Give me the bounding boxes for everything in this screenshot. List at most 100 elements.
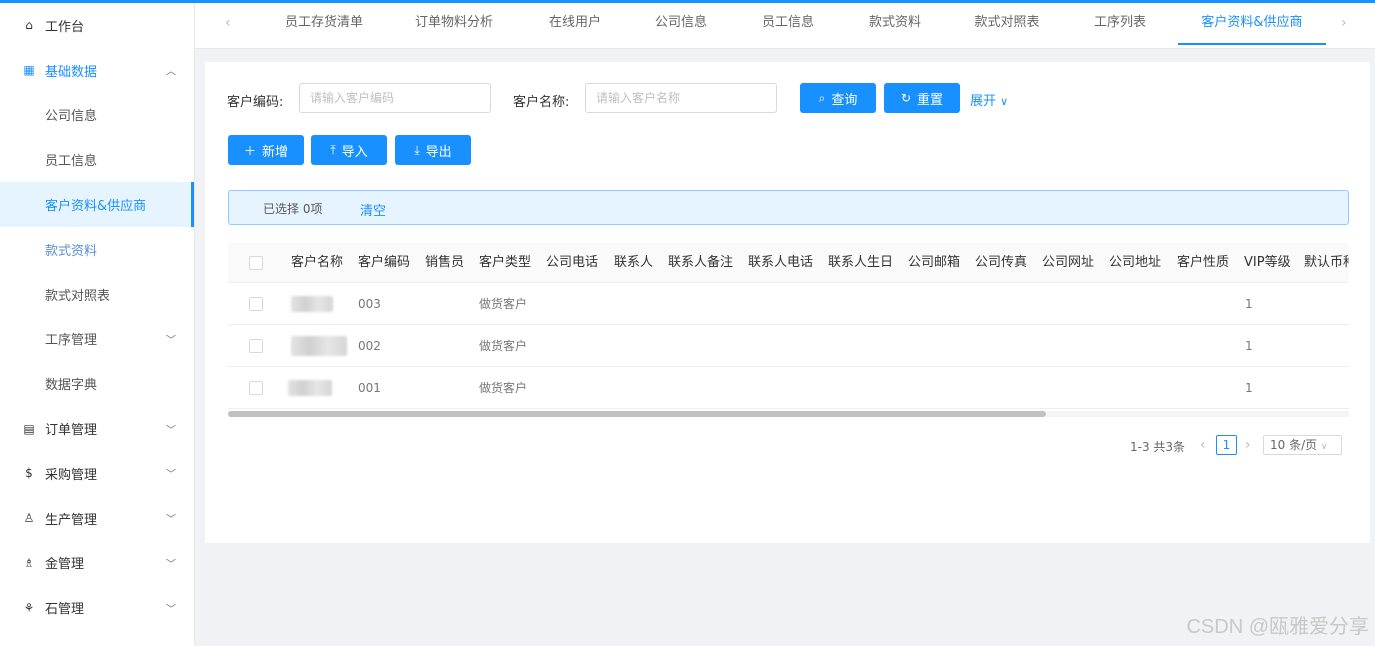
row-checkbox[interactable] [249,339,263,353]
export-button[interactable]: ⤓ 导出 [395,135,471,165]
import-button[interactable]: ⤒ 导入 [311,135,387,165]
column-header[interactable]: 联系人生日 [828,243,893,283]
refresh-icon: ↻ [900,91,912,105]
tab-employee-info[interactable]: 员工信息 [748,3,828,45]
vip-level-cell: 1 [1245,381,1253,395]
column-header[interactable]: 客户类型 [479,243,531,283]
column-header[interactable]: 公司传真 [975,243,1027,283]
sidebar-item-process-mgmt[interactable]: 工序管理 ﹀ [0,317,194,362]
redacted-customer-name [288,380,332,396]
column-header[interactable]: 公司地址 [1109,243,1161,283]
main-card: 客户编码: 客户名称: ⌕ 查询 ↻ 重置 展开 ∨ ＋ 新增 ⤒ 导入 ⤓ 导… [205,62,1370,543]
sidebar-item-label: 生产管理 [45,512,98,528]
tab-company-info[interactable]: 公司信息 [641,3,721,45]
chevron-down-icon: ﹀ [166,469,176,481]
sidebar-item-company-info[interactable]: 公司信息 [0,93,194,138]
sidebar-item-customer-supplier[interactable]: 客户资料&供应商 [0,182,194,227]
column-header[interactable]: 联系人备注 [668,243,733,283]
customer-type-cell: 做货客户 [479,339,528,353]
download-icon: ⤓ [414,142,420,157]
selection-suffix: 项 [310,202,323,216]
order-icon: ▤ [23,421,35,436]
sidebar-item-production-mgmt[interactable]: ♙ 生产管理 ﹀ [0,496,194,541]
column-header[interactable]: 客户编码 [358,243,410,283]
plus-icon: ＋ [243,143,256,158]
chevron-up-icon: ︿ [166,66,176,78]
sidebar-item-style-mapping[interactable]: 款式对照表 [0,272,194,317]
tab-order-material[interactable]: 订单物料分析 [402,3,506,45]
sidebar-item-data-dictionary[interactable]: 数据字典 [0,361,194,406]
customer-code-input[interactable] [299,83,491,113]
page-number-current[interactable]: 1 [1216,435,1237,455]
pagination-summary: 1-3 共3条 [1130,440,1186,454]
customer-code-cell: 002 [358,339,381,353]
customer-name-input[interactable] [585,83,777,113]
chevron-down-icon: ﹀ [166,514,176,526]
sidebar-item-order-mgmt[interactable]: ▤ 订单管理 ﹀ [0,406,194,451]
table-horizontal-scrollbar[interactable] [228,411,1349,417]
tabs-bar: ‹ 员工存货清单 订单物料分析 在线用户 公司信息 员工信息 款式资料 款式对照… [195,3,1375,49]
sidebar-item-basic-data[interactable]: ▦ 基础数据 ︿ [0,48,194,93]
column-header[interactable]: 联系人 [614,243,653,283]
customer-code-cell: 001 [358,381,381,395]
sidebar-item-label: 款式资料 [45,243,98,259]
tabs-scroll-left-icon[interactable]: ‹ [225,15,231,31]
tab-process-list[interactable]: 工序列表 [1080,3,1160,45]
tab-online-users[interactable]: 在线用户 [535,3,615,45]
column-header[interactable]: VIP等级 [1244,243,1291,283]
column-header[interactable]: 客户名称 [291,243,343,283]
page-size-label: 10 条/页 [1270,438,1318,452]
column-header[interactable]: 公司网址 [1042,243,1094,283]
sidebar-item-gold-mgmt[interactable]: ♗ 金管理 ﹀ [0,541,194,586]
tabs-scroll-right-icon[interactable]: › [1341,15,1347,31]
select-all-checkbox[interactable] [249,256,263,270]
column-header[interactable]: 联系人电话 [748,243,813,283]
sidebar-item-label: 基础数据 [45,64,98,80]
search-button[interactable]: ⌕ 查询 [800,83,876,113]
table-row[interactable]: 002 做货客户 1 [228,325,1349,367]
gold-icon: ♗ [23,555,35,570]
sidebar-item-label: 客户资料&供应商 [45,199,147,215]
chevron-down-icon: ﹀ [166,335,176,347]
sidebar-item-workbench[interactable]: ⌂ 工作台 [0,3,194,48]
chevron-down-icon: ﹀ [166,604,176,616]
production-icon: ♙ [23,511,35,526]
sidebar-item-label: 订单管理 [45,423,98,439]
add-button[interactable]: ＋ 新增 [228,135,304,165]
tab-customer-supplier[interactable]: 客户资料&供应商 [1178,3,1326,45]
sidebar-item-style-data[interactable]: 款式资料 [0,227,194,272]
row-checkbox[interactable] [249,297,263,311]
sidebar-item-label: 石管理 [45,602,85,618]
sidebar-item-employee-info[interactable]: 员工信息 [0,137,194,182]
watermark: CSDN @瓯雅爱分享 [1186,616,1369,638]
table-row[interactable]: 003 做货客户 1 [228,283,1349,325]
sidebar-item-purchase-mgmt[interactable]: $ 采购管理 ﹀ [0,451,194,496]
expand-filters-link[interactable]: 展开 ∨ [970,90,1008,109]
column-header[interactable]: 销售员 [425,243,464,283]
tab-style-data[interactable]: 款式资料 [855,3,935,45]
import-button-label: 导入 [341,144,368,160]
next-page-icon[interactable]: › [1245,437,1251,453]
column-header[interactable]: 公司邮箱 [908,243,960,283]
search-icon: ⌕ [818,90,826,105]
page-size-select[interactable]: 10 条/页 ∨ [1263,435,1342,455]
tab-inventory-list[interactable]: 员工存货清单 [272,3,376,45]
column-header[interactable]: 默认币种 [1304,243,1349,283]
reset-button[interactable]: ↻ 重置 [884,83,960,113]
table-header: 客户名称 客户编码 销售员 客户类型 公司电话 联系人 联系人备注 联系人电话 … [228,243,1349,283]
scrollbar-thumb[interactable] [228,411,1046,417]
sidebar-item-label: 采购管理 [45,467,98,483]
selection-alert: 已选择 0项 清空 [228,190,1349,225]
clear-selection-link[interactable]: 清空 [360,200,386,219]
reset-button-label: 重置 [917,92,944,108]
sidebar-item-stone-mgmt[interactable]: ⚘ 石管理 ﹀ [0,585,194,630]
sidebar-item-label: 公司信息 [45,109,98,125]
column-header[interactable]: 公司电话 [546,243,598,283]
tab-style-mapping[interactable]: 款式对照表 [961,3,1053,45]
row-checkbox[interactable] [249,381,263,395]
column-header[interactable]: 客户性质 [1177,243,1229,283]
prev-page-icon[interactable]: ‹ [1200,437,1206,453]
sidebar-item-label: 员工信息 [45,154,98,170]
table-row[interactable]: 001 做货客户 1 [228,367,1349,409]
sidebar-item-label: 数据字典 [45,378,98,394]
